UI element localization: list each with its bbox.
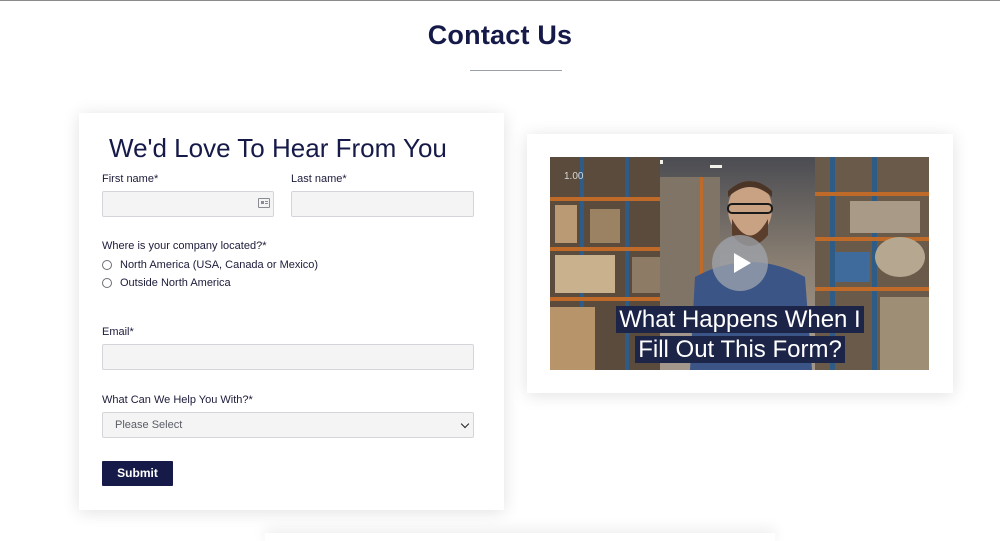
last-name-field[interactable]: [291, 191, 474, 217]
last-name-label: Last name*: [291, 173, 347, 185]
page-title: Contact Us: [427, 20, 573, 50]
email-field[interactable]: [102, 344, 474, 370]
radio-outside-north-america[interactable]: Outside North America: [102, 277, 231, 289]
radio-circle[interactable]: [102, 260, 112, 270]
email-label: Email*: [102, 326, 134, 338]
next-section-edge: [265, 533, 775, 541]
contact-form-card: We'd Love To Hear From You First name* L…: [79, 113, 504, 510]
title-divider: [470, 70, 562, 71]
first-name-label: First name*: [102, 173, 159, 185]
radio-north-america[interactable]: North America (USA, Canada or Mexico): [102, 259, 318, 271]
video-player[interactable]: 1.00 What Happens When I Fill Out This F…: [550, 157, 929, 370]
video-caption-line-1: What Happens When I: [616, 306, 864, 333]
help-label: What Can We Help You With?*: [102, 394, 253, 406]
play-icon[interactable]: [712, 235, 768, 291]
contact-card-icon: [258, 198, 270, 208]
help-select-value: Please Select: [115, 419, 183, 431]
first-name-field[interactable]: [102, 191, 274, 217]
video-caption: What Happens When I Fill Out This Form?: [588, 305, 892, 365]
radio-circle[interactable]: [102, 278, 112, 288]
submit-button[interactable]: Submit: [102, 461, 173, 486]
location-question: Where is your company located?*: [102, 240, 267, 252]
form-heading: We'd Love To Hear From You: [109, 133, 447, 163]
radio-label: Outside North America: [120, 277, 231, 289]
playback-speed: 1.00: [564, 171, 584, 182]
video-card: 1.00 What Happens When I Fill Out This F…: [527, 134, 953, 393]
radio-label: North America (USA, Canada or Mexico): [120, 259, 319, 271]
chevron-down-icon: [460, 419, 470, 429]
video-caption-line-2: Fill Out This Form?: [635, 336, 845, 363]
help-select[interactable]: Please Select: [102, 412, 474, 438]
